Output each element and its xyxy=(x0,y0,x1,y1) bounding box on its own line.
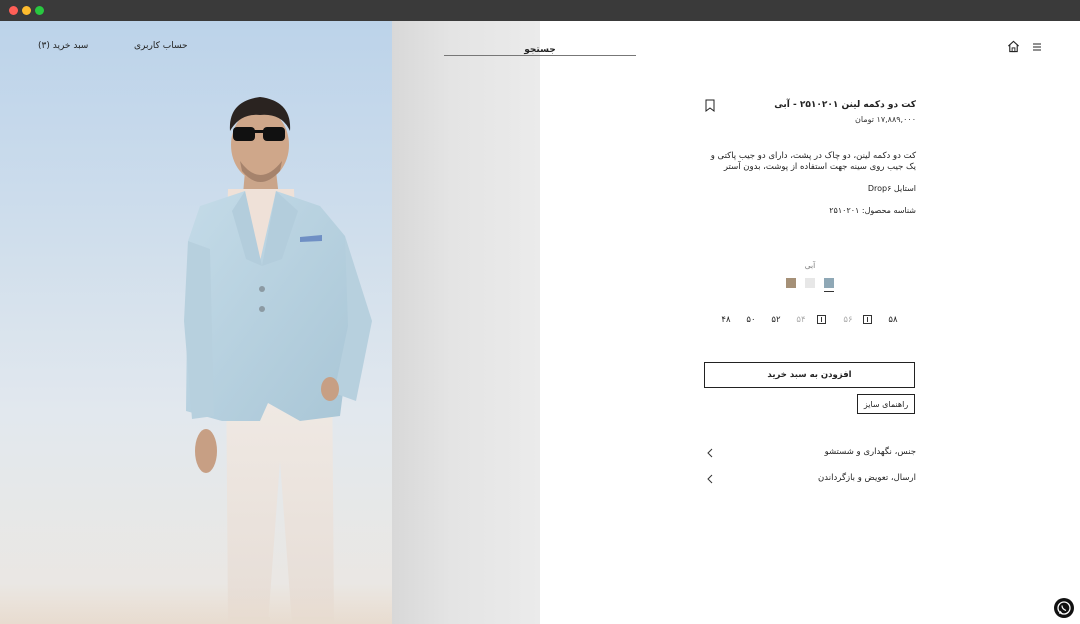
size-option[interactable]: ۵۴ xyxy=(791,315,811,325)
size-option[interactable]: ۵۸ xyxy=(883,315,903,325)
size-option[interactable]: ۵۶ xyxy=(838,315,858,325)
add-to-cart-button[interactable]: افزودن به سبد خرید xyxy=(704,362,915,388)
model-figure xyxy=(184,97,372,624)
home-icon[interactable] xyxy=(1007,40,1020,53)
maximize-window-button[interactable] xyxy=(35,6,44,15)
accordion-shipping-returns[interactable]: ارسال، تعویض و بازگرداندن xyxy=(704,471,916,487)
size-unavailable-icon xyxy=(863,315,872,324)
accordion-label: ارسال، تعویض و بازگرداندن xyxy=(818,473,916,483)
whatsapp-icon[interactable] xyxy=(1054,598,1074,618)
menu-icon[interactable] xyxy=(1032,42,1042,52)
size-guide-button[interactable]: راهنمای سایز xyxy=(857,394,915,414)
product-photo xyxy=(0,21,392,624)
account-link[interactable]: حساب کاربری xyxy=(134,41,188,51)
accordion-material-care[interactable]: جنس، نگهداری و شستشو xyxy=(704,445,916,461)
selected-color-label: آبی xyxy=(804,261,816,270)
product-price: ۱۷,۸۸۹,۰۰۰ تومان xyxy=(855,115,916,124)
color-swatch-light-gray[interactable] xyxy=(805,278,815,288)
product-title: کت دو دکمه لینن ۲۵۱۰۲۰۱ - آبی xyxy=(774,100,916,110)
size-option[interactable]: ۴۸ xyxy=(716,315,736,325)
search-input[interactable] xyxy=(444,41,636,59)
photo-backdrop xyxy=(392,21,540,624)
bookmark-icon[interactable] xyxy=(705,99,715,112)
color-swatch-taupe[interactable] xyxy=(786,278,796,288)
product-id: شناسه محصول: ۲۵۱۰۲۰۱ xyxy=(829,206,916,215)
cart-link[interactable]: سبد خرید (۳) xyxy=(38,41,88,51)
close-window-button[interactable] xyxy=(9,6,18,15)
product-page: سبد خرید (۳) حساب کاربری کت دو دکمه لینن… xyxy=(0,21,1080,624)
window-titlebar xyxy=(0,0,1080,21)
minimize-window-button[interactable] xyxy=(22,6,31,15)
chevron-left-icon xyxy=(707,474,713,484)
size-option[interactable]: ۵۲ xyxy=(766,315,786,325)
selected-swatch-indicator xyxy=(824,291,834,292)
ground-shading xyxy=(0,584,392,624)
accordion-label: جنس، نگهداری و شستشو xyxy=(824,447,916,457)
product-style: استایل Drop۶ xyxy=(867,184,916,193)
search-box xyxy=(444,37,636,59)
product-description: کت دو دکمه لینن، دو چاک در پشت، دارای دو… xyxy=(710,151,916,172)
size-unavailable-icon xyxy=(817,315,826,324)
chevron-left-icon xyxy=(707,448,713,458)
color-swatch-blue[interactable] xyxy=(824,278,834,288)
size-option[interactable]: ۵۰ xyxy=(741,315,761,325)
